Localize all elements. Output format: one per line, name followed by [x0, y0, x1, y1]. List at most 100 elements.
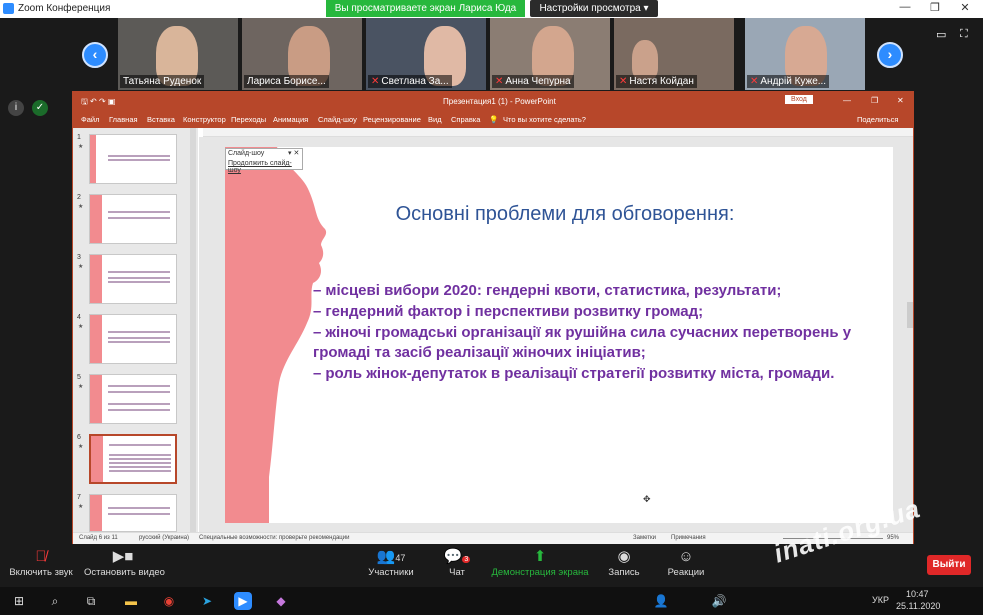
horizontal-ruler	[203, 128, 913, 137]
slide-thumbnail[interactable]	[89, 254, 177, 304]
zoom-taskbar-icon[interactable]: ▶	[234, 592, 252, 610]
share-screen-button[interactable]: ⬆ Демонстрация экрана	[490, 547, 590, 578]
thumbs-scrollbar[interactable]	[190, 128, 196, 532]
participant-name: Татьяна Руденок	[120, 75, 205, 88]
ppt-window-title: Презентация1 (1) - PowerPoint	[443, 97, 556, 106]
slide-thumbnail[interactable]	[89, 374, 177, 424]
resume-slideshow-link[interactable]: Продолжить слайд-шоу	[228, 160, 302, 174]
status-slide: Слайд 6 из 11	[79, 535, 118, 541]
bullet-text: місцеві вибори 2020: гендерні квоти, ста…	[325, 282, 782, 299]
participant-name: Лариса Борисе...	[244, 75, 329, 88]
comments-button[interactable]: Примечания	[671, 535, 706, 541]
tab-insert[interactable]: Вставка	[147, 115, 175, 124]
chat-badge: 3	[462, 556, 471, 563]
slide-star: ★	[78, 324, 84, 330]
reactions-icon: ☺	[678, 548, 694, 565]
slideshow-popup: Слайд-шоу ▾ ✕ Продолжить слайд-шоу	[225, 148, 303, 174]
clock-date[interactable]: 25.11.2020	[896, 601, 940, 611]
ppt-login-button[interactable]: Вход	[785, 95, 813, 104]
tab-help[interactable]: Справка	[451, 115, 480, 124]
ppt-close-icon[interactable]: ✕	[897, 96, 904, 105]
windows-start-icon[interactable]: ⊞	[10, 592, 28, 610]
record-icon: ◉	[617, 548, 631, 565]
ppt-title-bar: 🖫 ↶ ↷ ▣ Презентация1 (1) - PowerPoint Вх…	[73, 92, 913, 110]
ppt-maximize-icon[interactable]: ❐	[871, 96, 878, 105]
tab-transitions[interactable]: Переходы	[231, 115, 266, 124]
video-label: Остановить видео	[84, 567, 165, 578]
gallery-next-button[interactable]: ›	[877, 42, 903, 68]
chrome-icon[interactable]: ◉	[160, 592, 178, 610]
task-view-icon[interactable]: ⧉	[82, 592, 100, 610]
slide-number: 4	[77, 314, 81, 321]
file-explorer-icon[interactable]: ▬	[122, 592, 140, 610]
search-icon[interactable]: ⌕	[46, 592, 64, 610]
slide-thumbnail[interactable]	[89, 134, 177, 184]
slide-thumbnail[interactable]	[89, 194, 177, 244]
participant-tile[interactable]: Татьяна Руденок	[118, 18, 238, 90]
security-shield-icon[interactable]: ✓	[32, 100, 48, 116]
status-accessibility[interactable]: Специальные возможности: проверьте реком…	[199, 535, 349, 541]
participant-tile[interactable]: ✕ Андрій Куже...	[745, 18, 865, 90]
zoom-logo-icon	[3, 3, 14, 14]
app-icon[interactable]: ◆	[272, 592, 290, 610]
chat-button[interactable]: 💬 3 Чат	[443, 547, 471, 578]
tab-design[interactable]: Конструктор	[183, 115, 226, 124]
telegram-icon[interactable]: ➤	[198, 592, 216, 610]
participant-tile[interactable]: ✕ Анна Чепурна	[490, 18, 610, 90]
slide-thumbnail[interactable]	[89, 494, 177, 532]
volume-icon[interactable]: 🔊	[710, 592, 728, 610]
slide-thumbnail-selected[interactable]	[89, 434, 177, 484]
slide-number: 6	[77, 434, 81, 441]
close-icon[interactable]: ✕	[950, 1, 980, 14]
notes-button[interactable]: Заметки	[633, 535, 656, 541]
slide-title: Основні проблеми для обговорення:	[395, 203, 735, 225]
participant-tile[interactable]: ✕ Настя Койдан	[614, 18, 734, 90]
tab-animation[interactable]: Анимация	[273, 115, 308, 124]
tab-review[interactable]: Рецензирование	[363, 115, 421, 124]
record-button[interactable]: ◉ Запись	[606, 547, 642, 578]
view-options-button[interactable]: Настройки просмотра ▾	[530, 0, 658, 17]
tab-home[interactable]: Главная	[109, 115, 138, 124]
slide-scrollbar[interactable]	[907, 302, 913, 328]
reactions-button[interactable]: ☺ Реакции	[666, 547, 706, 578]
share-screen-icon: ⬆	[533, 548, 547, 565]
ppt-ribbon-tabs: Файл Главная Вставка Конструктор Переход…	[73, 110, 913, 128]
clock-time[interactable]: 10:47	[906, 589, 929, 599]
tell-me-input[interactable]: Что вы хотите сделать?	[503, 115, 586, 124]
view-options-label: Настройки просмотра	[539, 3, 641, 14]
slide-number: 7	[77, 494, 81, 501]
participant-tile[interactable]: ✕ Светлана За...	[366, 18, 486, 90]
powerpoint-window: 🖫 ↶ ↷ ▣ Презентация1 (1) - PowerPoint Вх…	[72, 91, 914, 544]
tab-slideshow[interactable]: Слайд-шоу	[318, 115, 357, 124]
chat-icon: 💬 3	[443, 548, 471, 565]
mic-muted-icon: ✕	[495, 76, 504, 87]
participants-button[interactable]: 👥47 Участники	[366, 547, 416, 578]
tab-file[interactable]: Файл	[81, 115, 99, 124]
fullscreen-icon[interactable]: ⛶	[960, 28, 968, 41]
minimize-icon[interactable]: —	[890, 1, 920, 13]
popup-close-icon[interactable]: ▾ ✕	[288, 149, 299, 157]
keyboard-language[interactable]: УКР	[872, 595, 889, 605]
ppt-share-button[interactable]: Поделиться	[857, 115, 898, 124]
people-icon[interactable]: 👤	[652, 592, 670, 610]
participant-name: Анна Чепурна	[505, 76, 571, 87]
slide-number: 5	[77, 374, 81, 381]
maximize-icon[interactable]: ❐	[920, 1, 950, 14]
slide-thumbnail[interactable]	[89, 314, 177, 364]
mic-muted-icon: ✕	[619, 76, 628, 87]
participant-gallery: ‹ › ▭ ⛶ Татьяна Руденок Лариса Борисе...…	[0, 18, 983, 91]
info-icon[interactable]: i	[8, 100, 24, 116]
slide-bullet-list: – місцеві вибори 2020: гендерні квоти, ст…	[313, 281, 883, 385]
quick-access-icons[interactable]: 🖫 ↶ ↷ ▣	[81, 96, 115, 110]
stop-video-button[interactable]: ▶■ Остановить видео	[84, 547, 165, 578]
gallery-layout-icon[interactable]: ▭	[936, 28, 946, 41]
participant-tile[interactable]: Лариса Борисе...	[242, 18, 362, 90]
status-language[interactable]: русский (Украина)	[139, 535, 189, 541]
tab-view[interactable]: Вид	[428, 115, 442, 124]
gallery-prev-button[interactable]: ‹	[82, 42, 108, 68]
slide-thumbnails-pane: 1 ★ 2 ★ 3 ★ 4 ★ 5 ★ 6 ★ 7 ★	[73, 128, 198, 532]
unmute-button[interactable]: 🎙̸ Включить звук	[8, 547, 74, 578]
mic-muted-icon: ✕	[371, 76, 380, 87]
ppt-minimize-icon[interactable]: —	[843, 96, 851, 105]
participants-icon: 👥47	[376, 548, 406, 565]
